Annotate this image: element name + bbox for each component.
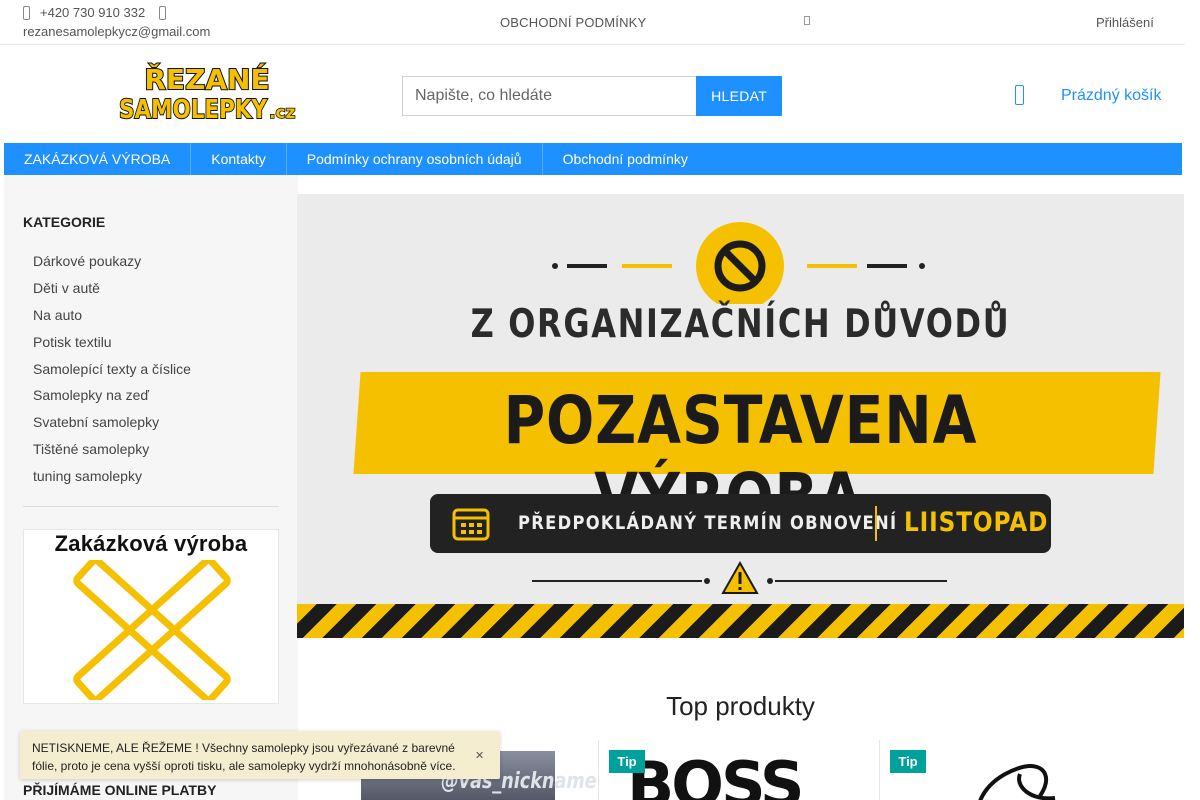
- top-bar: +420 730 910 332 rezanesamolepkycz@gmail…: [0, 0, 1185, 45]
- nav-item-contacts[interactable]: Kontakty: [191, 143, 287, 175]
- logo-line1: ŘEZANÉ: [144, 62, 269, 96]
- search-form: HLEDAT: [402, 76, 782, 116]
- gear-wrench-icon: [552, 222, 925, 304]
- category-item[interactable]: Dárkové poukazy: [33, 251, 191, 278]
- cart-icon[interactable]: [1015, 85, 1024, 105]
- nav-item-custom-production[interactable]: ZAKÁZKOVÁ VÝROBA: [4, 143, 192, 175]
- product-card[interactable]: Tip BOSS: [598, 740, 879, 800]
- tip-badge: Tip: [609, 750, 645, 773]
- email-link[interactable]: rezanesamolepkycz@gmail.com: [23, 23, 210, 41]
- category-item[interactable]: Potisk textilu: [33, 332, 191, 359]
- more-icon[interactable]: [804, 16, 810, 25]
- hero-notice: Z ORGANIZAČNÍCH DŮVODŮ: [470, 302, 1011, 347]
- login-link[interactable]: Přihlášení: [1096, 15, 1154, 30]
- category-item[interactable]: Samolepky na zeď: [33, 385, 191, 412]
- calendar-icon: [452, 508, 490, 541]
- renewal-separator: [875, 506, 877, 541]
- phone-icon: [23, 6, 30, 20]
- search-input[interactable]: [402, 76, 697, 116]
- mail-icon: [159, 6, 167, 20]
- cart-link[interactable]: Prázdný košík: [1061, 87, 1161, 105]
- product-image[interactable]: [960, 756, 1080, 800]
- phone-link[interactable]: +420 730 910 332: [40, 4, 145, 22]
- logo-tld: .cz: [269, 103, 296, 123]
- renewal-month: LIISTOPAD: [904, 507, 1049, 538]
- search-button[interactable]: HLEDAT: [696, 76, 782, 116]
- main-nav: ZAKÁZKOVÁ VÝROBA Kontakty Podmínky ochra…: [4, 143, 1182, 175]
- ruler-pencil-icon: [73, 560, 231, 700]
- custom-banner-title: Zakázková výroba: [54, 531, 248, 556]
- contact-info: +420 730 910 332 rezanesamolepkycz@gmail…: [23, 4, 210, 41]
- product-image-text[interactable]: BOSS: [627, 754, 804, 800]
- nav-item-terms[interactable]: Obchodní podmínky: [543, 143, 708, 175]
- product-card[interactable]: Tip: [879, 740, 1184, 800]
- warning-icon: [532, 560, 947, 594]
- close-icon[interactable]: ✕: [475, 749, 484, 762]
- category-item[interactable]: Na auto: [33, 305, 191, 332]
- top-products-title: Top produkty: [666, 691, 815, 721]
- payments-title: PŘIJÍMÁME ONLINE PLATBY: [23, 782, 217, 798]
- hero-renewal-box: PŘEDPOKLÁDANÝ TERMÍN OBNOVENÍ LIISTOPAD: [430, 494, 1051, 553]
- category-item[interactable]: Děti v autě: [33, 278, 191, 305]
- logo-line2: SAMOLEPKY: [119, 95, 268, 124]
- sidebar-divider: [23, 506, 279, 507]
- sidebar: KATEGORIE Dárkové poukazy Děti v autě Na…: [4, 175, 298, 800]
- category-list: Dárkové poukazy Děti v autě Na auto Poti…: [33, 251, 191, 493]
- renewal-label: PŘEDPOKLÁDANÝ TERMÍN OBNOVENÍ: [518, 512, 898, 534]
- tip-badge: Tip: [890, 750, 926, 773]
- custom-production-banner[interactable]: Zakázková výroba: [23, 529, 279, 704]
- category-item[interactable]: Samolepící texty a číslice: [33, 359, 191, 386]
- category-item[interactable]: tuning samolepky: [33, 466, 191, 493]
- hazard-stripes: [297, 604, 1184, 638]
- notice-text: NETISKNEME, ALE ŘEŽEME ! Všechny samolep…: [32, 741, 456, 773]
- site-logo[interactable]: ŘEZANÉ SAMOLEPKY .cz: [113, 62, 303, 124]
- hero-banner[interactable]: Z ORGANIZAČNÍCH DŮVODŮ POZASTAVENA VÝROB…: [297, 194, 1184, 638]
- nav-item-privacy[interactable]: Podmínky ochrany osobních údajů: [287, 143, 543, 175]
- categories-title: KATEGORIE: [23, 214, 106, 230]
- top-terms-link[interactable]: OBCHODNÍ PODMÍNKY: [500, 15, 646, 30]
- notice-bar: NETISKNEME, ALE ŘEŽEME ! Všechny samolep…: [20, 731, 500, 779]
- category-item[interactable]: Tištěné samolepky: [33, 439, 191, 466]
- category-item[interactable]: Svatební samolepky: [33, 412, 191, 439]
